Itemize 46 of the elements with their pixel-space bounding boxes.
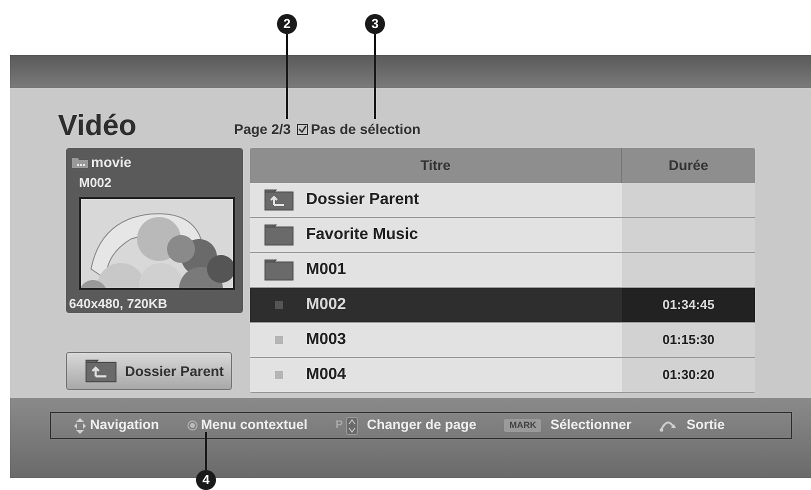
help-label: Menu contextuel [201, 416, 308, 434]
help-label: Changer de page [366, 416, 476, 434]
duration: 01:15:30 [662, 331, 715, 350]
folder-icon [71, 156, 89, 169]
file-row[interactable]: M002 01:34:45 [250, 288, 755, 323]
file-row[interactable]: M003 01:15:30 [250, 323, 755, 358]
file-title: M002 [306, 295, 346, 315]
file-title: M001 [306, 260, 346, 280]
file-icon [275, 301, 283, 309]
file-name: M002 [78, 174, 113, 192]
navigation-arrows-icon [73, 416, 87, 434]
folder-name: movie [91, 153, 132, 172]
file-row[interactable]: M004 01:30:20 [250, 358, 755, 393]
file-title: Dossier Parent [306, 190, 419, 210]
duration: 01:34:45 [662, 296, 715, 314]
file-info: 640x480, 720KB [69, 294, 168, 312]
file-row[interactable]: Dossier Parent [250, 183, 755, 218]
callout-number: 3 [365, 14, 385, 34]
mark-key: MARK [504, 419, 542, 432]
duration: 01:30:20 [662, 366, 715, 384]
parent-folder-icon [264, 189, 294, 211]
file-icon [275, 371, 283, 379]
file-title: M003 [306, 330, 346, 350]
up-down-key-icon [346, 416, 358, 434]
help-label: Sortie [686, 416, 725, 434]
checkbox[interactable] [296, 124, 308, 135]
screen-title: Vidéo [58, 110, 138, 142]
help-label: Sélectionner [550, 416, 632, 434]
folder-icon [264, 224, 294, 246]
file-title: M004 [306, 365, 346, 385]
callout-number: 4 [196, 470, 216, 490]
file-row[interactable]: Favorite Music [250, 218, 755, 253]
file-icon [275, 336, 283, 344]
file-title: Favorite Music [306, 225, 418, 245]
folder-icon [264, 259, 294, 281]
file-row[interactable]: M001 [250, 253, 755, 288]
column-header: Durée [668, 156, 710, 175]
return-arrow-icon [659, 420, 678, 432]
leader-line [205, 432, 207, 470]
callout-number: 2 [277, 14, 297, 34]
parent-folder-icon [85, 359, 117, 383]
ok-button-icon [187, 420, 198, 431]
parent-folder-button[interactable]: Dossier Parent [66, 352, 232, 390]
help-label: Navigation [90, 416, 160, 434]
page-indicator: Page 2/3 [234, 120, 291, 139]
checkbox-label: Pas de sélection [310, 120, 421, 139]
